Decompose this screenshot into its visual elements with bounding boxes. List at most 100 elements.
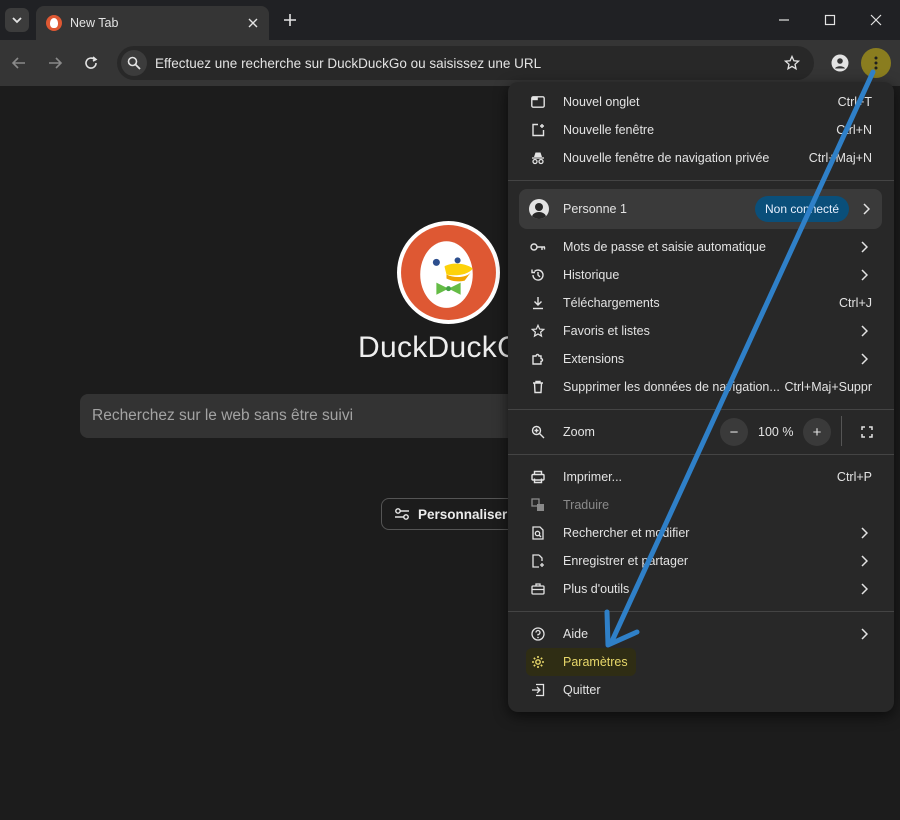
close-icon <box>248 18 258 28</box>
new-window-icon <box>530 122 546 138</box>
menu-item-history[interactable]: Historique <box>508 261 894 289</box>
chevron-right-icon <box>858 325 870 337</box>
avatar <box>529 199 549 219</box>
profile-button[interactable] <box>826 49 854 77</box>
bookmark-star-button[interactable] <box>778 49 806 77</box>
tab-strip: New Tab <box>0 0 900 40</box>
menu-item-help[interactable]: Aide <box>508 620 894 648</box>
new-tab-button[interactable] <box>278 8 302 32</box>
star-icon <box>784 55 800 71</box>
minus-icon: − <box>729 423 739 441</box>
menu-separator <box>508 611 894 612</box>
menu-item-extensions[interactable]: Extensions <box>508 345 894 373</box>
tab-new-tab[interactable]: New Tab <box>36 6 269 40</box>
duckduckgo-search-input[interactable]: Recherchez sur le web sans être suivi <box>80 394 530 438</box>
menu-item-clear-data[interactable]: Supprimer les données de navigation... C… <box>508 373 894 401</box>
more-vert-icon <box>874 56 878 70</box>
menu-item-passwords[interactable]: Mots de passe et saisie automatique <box>508 233 894 261</box>
gear-icon <box>530 654 546 670</box>
menu-item-more-tools[interactable]: Plus d'outils <box>508 575 894 603</box>
minimize-button[interactable] <box>761 2 807 38</box>
menu-item-settings[interactable]: Paramètres <box>508 648 894 676</box>
chevron-right-icon <box>858 527 870 539</box>
omnibox-placeholder[interactable]: Effectuez une recherche sur DuckDuckGo o… <box>155 56 778 71</box>
chevron-right-icon <box>858 269 870 281</box>
find-in-page-icon <box>530 525 546 541</box>
print-icon <box>530 469 546 485</box>
zoom-level: 100 % <box>758 425 794 439</box>
translate-icon <box>530 497 546 513</box>
toolbox-icon <box>530 581 546 597</box>
menu-item-bookmarks[interactable]: Favoris et listes <box>508 317 894 345</box>
arrow-right-icon <box>49 57 63 69</box>
close-window-button[interactable] <box>853 2 899 38</box>
maximize-button[interactable] <box>807 2 853 38</box>
menu-item-new-window[interactable]: Nouvelle fenêtre Ctrl+N <box>508 116 894 144</box>
customize-button[interactable]: Personnaliser <box>381 498 517 530</box>
tab-title: New Tab <box>70 16 119 30</box>
menu-item-new-tab[interactable]: Nouvel onglet Ctrl+T <box>508 88 894 116</box>
reload-button[interactable] <box>77 49 105 77</box>
plus-icon: + <box>812 423 822 441</box>
toolbar: Effectuez une recherche sur DuckDuckGo o… <box>0 40 900 86</box>
chrome-menu: Nouvel onglet Ctrl+T Nouvelle fenêtre Ct… <box>508 82 894 712</box>
new-tab-icon <box>530 94 546 110</box>
chevron-right-icon <box>858 241 870 253</box>
close-icon <box>870 14 882 26</box>
tab-close-button[interactable] <box>243 13 263 33</box>
menu-item-profile[interactable]: Personne 1 Non connecté <box>519 189 882 229</box>
omnibox[interactable]: Effectuez une recherche sur DuckDuckGo o… <box>117 46 814 80</box>
chrome-menu-button[interactable] <box>861 48 891 78</box>
tab-search-button[interactable] <box>5 8 29 32</box>
key-icon <box>530 239 546 255</box>
menu-item-incognito[interactable]: Nouvelle fenêtre de navigation privée Ct… <box>508 144 894 172</box>
fullscreen-button[interactable] <box>853 418 881 446</box>
plus-icon <box>284 14 296 26</box>
zoom-out-button[interactable]: − <box>720 418 748 446</box>
download-icon <box>530 295 546 311</box>
back-button[interactable] <box>5 49 33 77</box>
incognito-icon <box>530 150 546 166</box>
maximize-icon <box>824 14 836 26</box>
menu-separator <box>508 409 894 410</box>
menu-separator <box>508 454 894 455</box>
zoom-divider <box>841 416 842 446</box>
duckduckgo-logo <box>397 221 500 324</box>
menu-item-save-share[interactable]: Enregistrer et partager <box>508 547 894 575</box>
save-share-icon <box>530 553 546 569</box>
menu-item-find-edit[interactable]: Rechercher et modifier <box>508 519 894 547</box>
chevron-right-icon <box>858 583 870 595</box>
menu-item-print[interactable]: Imprimer... Ctrl+P <box>508 463 894 491</box>
menu-item-quit[interactable]: Quitter <box>508 676 894 704</box>
profile-name: Personne 1 <box>563 202 627 216</box>
puzzle-icon <box>530 351 546 367</box>
search-engine-icon[interactable] <box>121 50 147 76</box>
arrow-left-icon <box>11 57 25 69</box>
duckduckgo-search-placeholder: Recherchez sur le web sans être suivi <box>92 407 354 424</box>
zoom-icon <box>530 424 546 440</box>
fullscreen-icon <box>861 426 873 438</box>
sign-in-status-badge[interactable]: Non connecté <box>755 196 850 222</box>
menu-item-translate[interactable]: Traduire <box>508 491 894 519</box>
customize-label: Personnaliser <box>418 506 508 522</box>
forward-button[interactable] <box>41 49 69 77</box>
chevron-right-icon <box>860 203 872 215</box>
duck-logo-icon <box>401 225 496 320</box>
history-icon <box>530 267 546 283</box>
search-icon <box>127 56 141 70</box>
sliders-icon <box>395 508 409 520</box>
help-icon <box>530 626 546 642</box>
person-icon <box>831 54 849 72</box>
menu-item-downloads[interactable]: Téléchargements Ctrl+J <box>508 289 894 317</box>
minimize-icon <box>779 19 789 21</box>
zoom-in-button[interactable]: + <box>803 418 831 446</box>
trash-icon <box>530 379 546 395</box>
menu-separator <box>508 180 894 181</box>
menu-item-zoom: Zoom <box>508 418 894 446</box>
duckduckgo-favicon-icon <box>46 15 62 31</box>
star-icon <box>530 323 546 339</box>
chevron-right-icon <box>858 353 870 365</box>
exit-icon <box>530 682 546 698</box>
chevron-right-icon <box>858 628 870 640</box>
reload-icon <box>85 56 98 69</box>
